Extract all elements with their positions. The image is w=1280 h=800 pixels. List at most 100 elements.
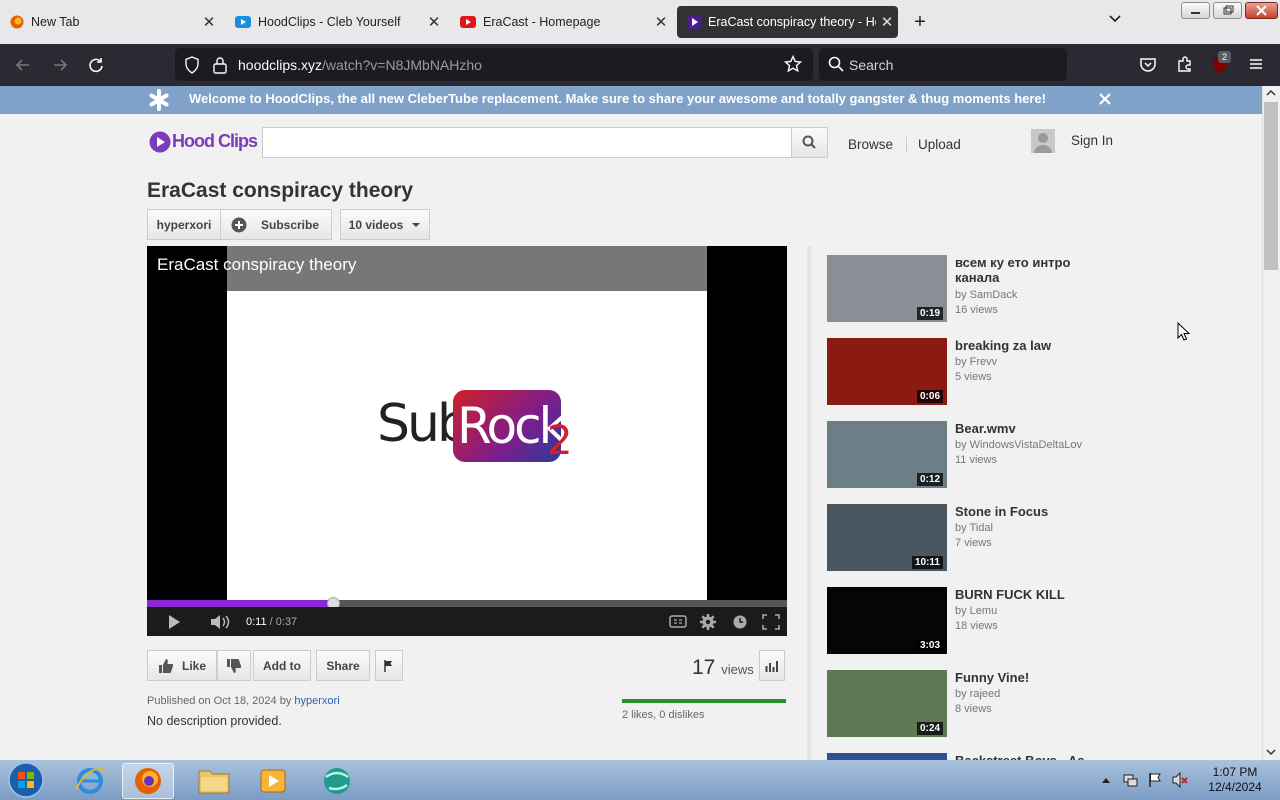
related-video-title[interactable]: всем ку ето интро канала [955, 255, 1105, 285]
likes-dislikes-text: 2 likes, 0 dislikes [622, 709, 705, 721]
taskbar-clock[interactable]: 1:07 PM 12/4/2024 [1200, 765, 1270, 795]
related-video-item[interactable]: 0:12 Bear.wmv by WindowsVistaDeltaLov 11 vi… [827, 421, 1127, 491]
like-button[interactable]: Like [147, 650, 217, 681]
clock-icon[interactable] [732, 614, 748, 630]
related-video-item[interactable]: 0:24 Funny Vine! by rajeed 8 views [827, 670, 1127, 740]
scroll-down-icon[interactable] [1266, 747, 1276, 757]
related-video-author[interactable]: by Frevv [955, 356, 997, 368]
tab-close-icon[interactable]: ✕ [198, 13, 220, 31]
share-button[interactable]: Share [316, 650, 370, 681]
sign-in-link[interactable]: Sign In [1071, 133, 1113, 148]
related-video-author[interactable]: by WindowsVistaDeltaLov [955, 439, 1082, 451]
videos-dropdown[interactable]: 10 videos [340, 209, 430, 240]
extensions-puzzle-icon[interactable] [1176, 55, 1194, 73]
new-tab-button[interactable]: + [906, 8, 934, 36]
total-time: / 0:37 [269, 616, 298, 628]
action-center-flag-icon[interactable] [1147, 772, 1163, 788]
site-logo-text[interactable]: Hood Clips [172, 131, 258, 152]
back-arrow-icon[interactable] [14, 56, 32, 74]
video-thumbnail[interactable]: 0:12 [827, 421, 947, 488]
close-window-button[interactable] [1245, 2, 1278, 19]
restore-icon [1223, 5, 1234, 15]
settings-gear-icon[interactable] [699, 613, 717, 631]
volume-muted-icon[interactable] [1172, 772, 1188, 788]
video-thumbnail[interactable]: 3:03 [827, 587, 947, 654]
related-video-author[interactable]: by rajeed [955, 688, 1000, 700]
related-video-title[interactable]: breaking za law [955, 338, 1105, 353]
taskbar-app-button[interactable] [311, 763, 363, 799]
search-icon [828, 56, 844, 72]
related-video-title[interactable]: Bear.wmv [955, 421, 1105, 436]
volume-icon[interactable] [210, 614, 232, 630]
video-thumbnail[interactable]: 10:11 [827, 504, 947, 571]
tab-eracast-conspiracy[interactable]: EraCast conspiracy theory - Hoo ✕ [677, 6, 898, 38]
site-search-input[interactable] [262, 127, 792, 158]
flag-button[interactable] [375, 650, 403, 681]
shield-icon[interactable] [184, 56, 200, 74]
menu-hamburger-icon[interactable] [1248, 56, 1264, 72]
restore-button[interactable] [1213, 2, 1242, 19]
tab-eracast-homepage[interactable]: EraCast - Homepage ✕ [450, 6, 672, 38]
scroll-up-icon[interactable] [1266, 88, 1276, 98]
tab-close-icon[interactable]: ✕ [423, 13, 445, 31]
browse-link[interactable]: Browse [848, 137, 893, 152]
video-duration: 0:06 [916, 390, 943, 403]
tab-hoodclips-cleb[interactable]: HoodClips - Cleb Yourself ✕ [225, 6, 445, 38]
stats-button[interactable] [759, 650, 785, 681]
banner-close-icon[interactable] [1099, 93, 1111, 105]
subscribe-button[interactable]: Subscribe [220, 209, 332, 240]
reload-icon[interactable] [87, 56, 105, 74]
play-icon[interactable] [167, 614, 181, 630]
taskbar-media-player-button[interactable] [247, 763, 299, 799]
related-video-title[interactable]: Funny Vine! [955, 670, 1105, 685]
banner-text: Welcome to HoodClips, the all new Cleber… [189, 91, 1046, 106]
minimize-icon [1191, 12, 1200, 14]
thumbs-down-icon [227, 658, 242, 673]
related-video-views: 7 views [955, 537, 992, 549]
minimize-button[interactable] [1181, 2, 1210, 19]
related-video-author[interactable]: by SamDack [955, 289, 1017, 301]
related-video-title[interactable]: Stone in Focus [955, 504, 1105, 519]
related-video-item[interactable]: 10:11 Stone in Focus by Tidal 7 views [827, 504, 1127, 574]
add-to-button[interactable]: Add to [253, 650, 311, 681]
bookmark-star-icon[interactable] [784, 55, 802, 73]
taskbar-firefox-button[interactable] [122, 763, 174, 799]
taskbar-ie-button[interactable] [64, 763, 116, 799]
related-video-views: 5 views [955, 371, 992, 383]
tab-title: EraCast - Homepage [483, 15, 601, 29]
published-channel-link[interactable]: hyperxori [294, 695, 339, 707]
site-search-button[interactable] [791, 127, 828, 158]
hoodclips-logo-icon[interactable] [149, 131, 171, 153]
video-thumbnail[interactable]: 0:24 [827, 670, 947, 737]
tab-close-icon[interactable]: ✕ [650, 13, 672, 31]
lock-icon[interactable] [212, 56, 228, 74]
related-video-title[interactable]: BURN FUCK KILL [955, 587, 1105, 602]
related-video-author[interactable]: by Lemu [955, 605, 997, 617]
taskbar-explorer-button[interactable] [188, 763, 240, 799]
related-video-views: 18 views [955, 620, 998, 632]
scrollbar-thumb[interactable] [1264, 102, 1278, 270]
related-video-item[interactable]: 3:03 BURN FUCK KILL by Lemu 18 views [827, 587, 1127, 657]
captions-icon[interactable] [669, 615, 687, 628]
related-video-author[interactable]: by Tidal [955, 522, 993, 534]
video-thumbnail[interactable]: 0:19 [827, 255, 947, 322]
pocket-icon[interactable] [1139, 56, 1157, 74]
start-button-icon[interactable] [6, 761, 46, 799]
related-video-item[interactable]: 0:19 всем ку ето интро канала by SamDack 16… [827, 255, 1127, 325]
related-video-item[interactable]: 0:06 breaking za law by Frevv 5 views [827, 338, 1127, 408]
channel-button[interactable]: hyperxori [147, 209, 221, 240]
forward-arrow-icon[interactable] [51, 56, 69, 74]
tab-close-icon[interactable]: ✕ [876, 13, 898, 31]
network-icon[interactable] [1122, 772, 1138, 788]
chevron-down-icon[interactable] [1108, 12, 1122, 26]
dislike-button[interactable] [217, 650, 251, 681]
video-duration: 3:03 [916, 639, 943, 652]
fullscreen-icon[interactable] [762, 614, 780, 630]
video-duration: 10:11 [911, 556, 943, 569]
upload-link[interactable]: Upload [918, 137, 961, 152]
hoodclips-favicon [235, 16, 251, 28]
tab-new-tab[interactable]: New Tab ✕ [0, 6, 220, 38]
url-text[interactable]: hoodclips.xyz/watch?v=N8JMbNAHzho [238, 57, 482, 73]
show-hidden-icons-icon[interactable] [1101, 776, 1111, 784]
video-thumbnail[interactable]: 0:06 [827, 338, 947, 405]
